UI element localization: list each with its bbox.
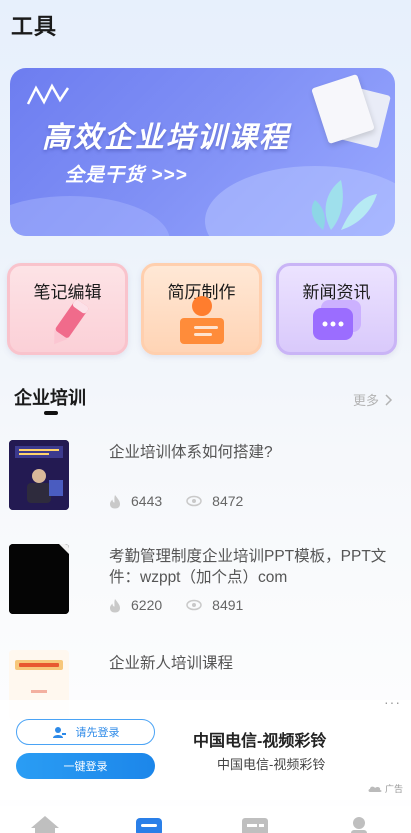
plant-decoration-icon [311, 180, 377, 230]
article-title: 企业新人培训课程 [109, 655, 234, 672]
ad-label: 广告 [384, 784, 403, 794]
nav-tools[interactable] [135, 814, 163, 833]
tools-icon [136, 818, 162, 833]
tool-card-notes[interactable]: 笔记编辑 [7, 263, 128, 355]
tool-card-news[interactable]: 新闻资讯 [276, 263, 397, 355]
nav-profile[interactable] [347, 814, 371, 833]
nav-news[interactable] [241, 814, 269, 833]
more-link[interactable]: 更多 [353, 390, 393, 409]
article-thumbnail [9, 440, 69, 510]
section-title: 企业培训 [14, 388, 86, 408]
like-count: 6220 [131, 597, 163, 613]
document-thumbnail-image [9, 544, 69, 614]
carrier-subtitle: 中国电信-视频彩铃 [217, 757, 326, 772]
ad-more-menu[interactable]: ··· [384, 694, 401, 710]
login-first-label: 请先登录 [75, 727, 120, 739]
article-stats: 6443 8472 [109, 493, 267, 509]
chat-bubble-icon [312, 300, 361, 340]
view-count: 8472 [212, 493, 244, 509]
chevron-right-icon [385, 393, 393, 406]
banner-cloud [10, 196, 170, 236]
logo-thumbnail-image [9, 650, 69, 700]
flame-icon [110, 494, 120, 508]
nav-home[interactable] [30, 814, 60, 833]
bottom-nav [0, 806, 411, 833]
article-thumbnail [9, 544, 69, 614]
news-icon [242, 818, 268, 833]
user-icon [52, 727, 66, 738]
tool-card-resume[interactable]: 简历制作 [141, 263, 262, 355]
more-label: 更多 [352, 393, 379, 408]
banner-subline: 全是干货 >>> [65, 165, 188, 186]
login-first-button[interactable]: 请先登录 [16, 719, 155, 745]
eye-icon [186, 599, 202, 611]
like-count: 6443 [131, 493, 163, 509]
article-title: 企业培训体系如何搭建? [109, 444, 273, 461]
pencil-icon [53, 299, 88, 345]
home-icon [31, 816, 59, 833]
zigzag-decoration-icon [26, 83, 70, 105]
resume-icon [179, 296, 224, 344]
view-count: 8491 [212, 597, 244, 613]
video-thumbnail-image [9, 440, 69, 510]
one-click-login-label: 一键登录 [63, 761, 108, 773]
one-click-login-button[interactable]: 一键登录 [16, 753, 155, 779]
eye-icon [186, 495, 202, 507]
page-title: 工具 [11, 14, 58, 39]
ad-tag: 广告 [368, 782, 403, 795]
profile-icon [351, 817, 367, 833]
carrier-title: 中国电信-视频彩铃 [193, 733, 327, 750]
article-title: 考勤管理制度企业培训PPT模板，PPT文件：wzppt（加个点）com [109, 548, 387, 586]
banner-headline: 高效企业培训课程 [42, 122, 291, 154]
ad-cloud-icon [368, 786, 382, 792]
promo-banner[interactable]: 高效企业培训课程 全是干货 >>> [10, 68, 395, 236]
section-underline [44, 411, 58, 415]
article-stats: 6220 8491 [109, 597, 267, 613]
flame-icon [110, 598, 120, 612]
